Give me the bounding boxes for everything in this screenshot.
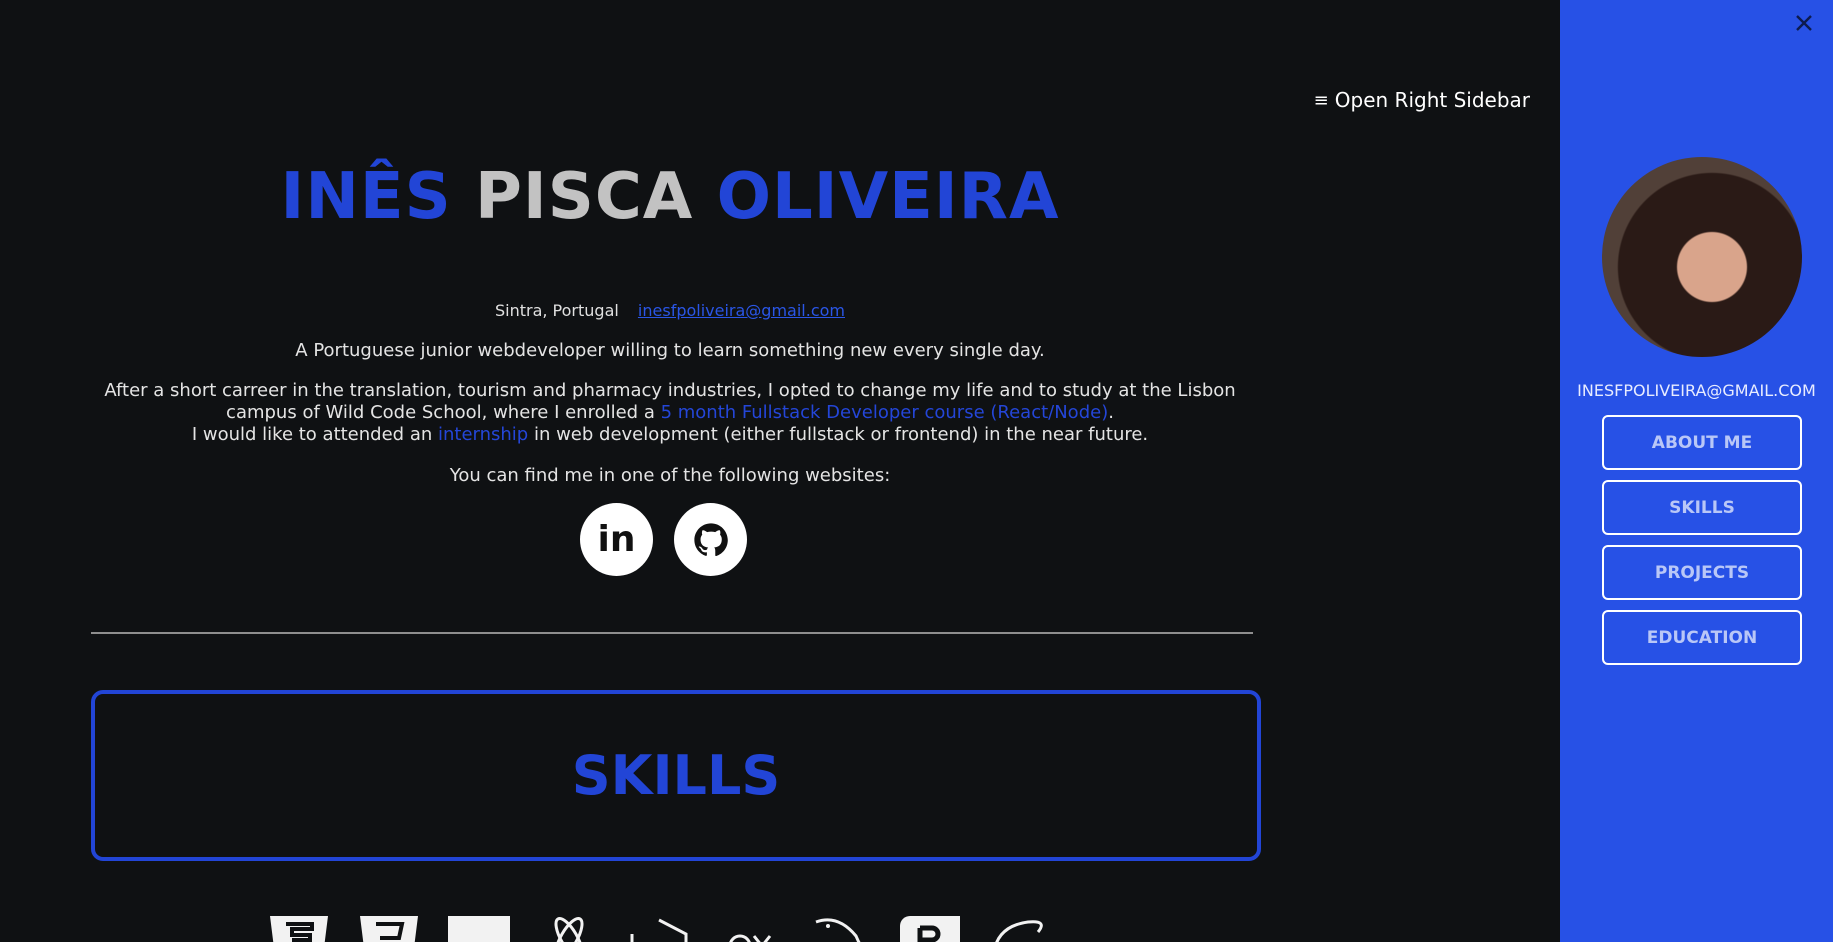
middle-name: PISCA <box>475 160 694 234</box>
right-sidebar: INESFPOLIVEIRA@GMAIL.COM ABOUT ME SKILLS… <box>1560 0 1833 942</box>
skills-title: SKILLS <box>571 744 781 807</box>
email-link[interactable]: inesfpoliveira@gmail.com <box>638 301 845 320</box>
intro-paragraph: After a short carreer in the translation… <box>100 380 1240 446</box>
avatar <box>1602 157 1802 357</box>
javascript-icon <box>448 916 510 942</box>
find-me-text: You can find me in one of the following … <box>449 465 891 486</box>
projects-button[interactable]: PROJECTS <box>1602 545 1802 600</box>
github-icon <box>693 522 728 556</box>
internship-link[interactable]: internship <box>438 424 528 445</box>
close-icon[interactable] <box>1791 10 1817 36</box>
main-content: ≡ Open Right Sidebar INÊS PISCA OLIVEIRA… <box>0 0 1560 942</box>
html5-icon <box>270 916 328 942</box>
intro-text-2: . <box>1108 402 1114 423</box>
css3-icon <box>360 916 418 942</box>
first-name: INÊS <box>280 160 452 234</box>
react-icon <box>554 917 584 942</box>
linkedin-icon: in <box>597 519 636 560</box>
bootstrap-icon <box>900 916 960 942</box>
mysql-icon <box>815 918 861 942</box>
last-name: OLIVEIRA <box>716 160 1060 234</box>
hamburger-icon: ≡ <box>1313 89 1329 111</box>
contact-line: Sintra, Portugal inesfpoliveira@gmail.co… <box>90 301 1250 320</box>
course-link[interactable]: 5 month Fullstack Developer course (Reac… <box>661 402 1109 423</box>
open-sidebar-label: Open Right Sidebar <box>1334 88 1530 112</box>
open-right-sidebar-button[interactable]: ≡ Open Right Sidebar <box>1314 88 1530 112</box>
section-divider <box>91 632 1253 634</box>
sidebar-email: INESFPOLIVEIRA@GMAIL.COM <box>1577 381 1816 400</box>
social-links: in <box>580 503 747 576</box>
page-title: INÊS PISCA OLIVEIRA <box>90 160 1250 234</box>
intro-text-3: I would like to attended an <box>191 424 438 445</box>
skills-section-header: SKILLS <box>91 690 1261 861</box>
about-me-button[interactable]: ABOUT ME <box>1602 415 1802 470</box>
intro-text-4: in web development (either fullstack or … <box>528 424 1149 445</box>
skills-button[interactable]: SKILLS <box>1602 480 1802 535</box>
tagline: A Portuguese junior webdeveloper willing… <box>295 340 1045 361</box>
sass-icon <box>995 920 1043 942</box>
express-icon <box>729 934 772 942</box>
linkedin-button[interactable]: in <box>580 503 653 576</box>
nodejs-icon <box>630 918 688 942</box>
education-button[interactable]: EDUCATION <box>1602 610 1802 665</box>
location-text: Sintra, Portugal <box>494 301 619 320</box>
tech-icons-row <box>268 916 1050 942</box>
github-button[interactable] <box>674 503 747 576</box>
